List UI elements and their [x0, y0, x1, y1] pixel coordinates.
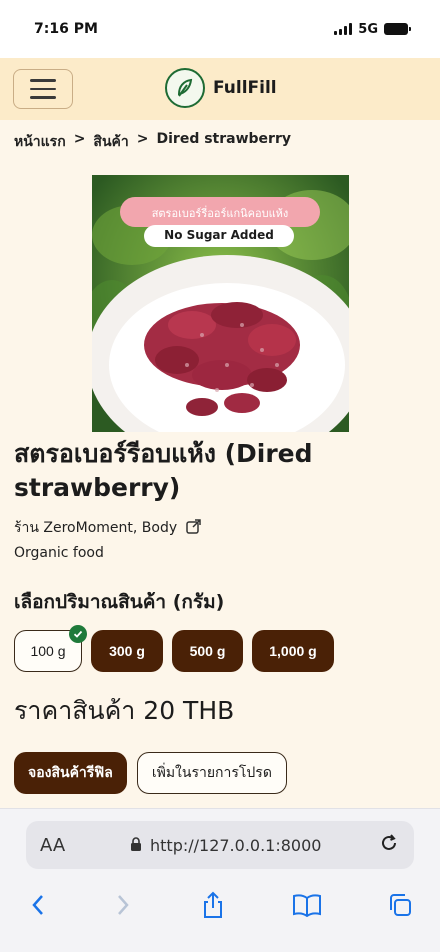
back-icon[interactable]: [18, 885, 58, 925]
quantity-option-100g[interactable]: 100 g: [14, 625, 87, 672]
brand-name: FullFill: [213, 78, 277, 98]
product-price: ราคาสินค้า 20 THB: [14, 696, 235, 725]
status-time: 7:16 PM: [34, 21, 98, 37]
image-label-text: No Sugar Added: [164, 228, 274, 242]
status-bar: 7:16 PM 5G: [0, 0, 440, 58]
app-header: FullFill: [0, 58, 440, 120]
leaf-logo-icon: [165, 68, 205, 108]
reader-settings-button[interactable]: AA: [40, 835, 130, 856]
breadcrumb-products[interactable]: สินค้า: [93, 131, 128, 153]
forward-icon[interactable]: [103, 885, 143, 925]
hamburger-icon: [30, 79, 56, 82]
share-icon[interactable]: [185, 517, 203, 539]
reload-icon[interactable]: [378, 832, 400, 858]
product-title: สตรอเบอร์รีอบแห้ง (Dired strawberry): [14, 439, 313, 502]
quantity-option-500g[interactable]: 500 g: [172, 630, 243, 672]
product-category: Organic food: [14, 545, 104, 561]
tabs-icon[interactable]: [380, 885, 420, 925]
battery-icon: [384, 23, 411, 35]
address-bar[interactable]: AA http://127.0.0.1:8000: [26, 821, 414, 869]
breadcrumb-current: Dired strawberry: [156, 131, 291, 147]
quantity-options: 100 g 300 g 500 g 1,000 g: [14, 625, 334, 672]
signal-icon: [334, 23, 353, 35]
menu-button[interactable]: [13, 69, 73, 109]
product-image: สตรอเบอร์รี่ออร์แกนิคอบแห้ง No Sugar Add…: [92, 175, 349, 432]
image-banner-text: สตรอเบอร์รี่ออร์แกนิคอบแห้ง: [151, 207, 289, 220]
url-text: http://127.0.0.1:8000: [150, 835, 322, 855]
quantity-heading: เลือกปริมาณสินค้า (กรัม): [14, 591, 225, 613]
url-display[interactable]: http://127.0.0.1:8000: [130, 836, 370, 855]
bookmarks-icon[interactable]: [287, 885, 327, 925]
brand-logo-link[interactable]: FullFill: [165, 66, 277, 110]
breadcrumb: หน้าแรก > สินค้า > Dired strawberry: [14, 131, 291, 153]
browser-nav: [0, 885, 440, 925]
breadcrumb-separator: >: [73, 131, 86, 147]
browser-toolbar: AA http://127.0.0.1:8000: [0, 808, 440, 952]
check-icon: [69, 625, 87, 643]
shop-name[interactable]: ร้าน ZeroMoment, Body: [14, 517, 177, 539]
breadcrumb-separator: >: [136, 131, 149, 147]
network-type: 5G: [358, 21, 378, 37]
share-sheet-icon[interactable]: [193, 885, 233, 925]
status-indicators: 5G: [334, 21, 411, 37]
shop-row: ร้าน ZeroMoment, Body: [14, 517, 203, 539]
action-buttons: จองสินค้ารีฟิล เพิ่มในรายการโปรด: [14, 752, 287, 794]
reserve-refill-button[interactable]: จองสินค้ารีฟิล: [14, 752, 127, 794]
add-to-wishlist-button[interactable]: เพิ่มในรายการโปรด: [136, 752, 287, 794]
breadcrumb-home[interactable]: หน้าแรก: [14, 131, 66, 153]
quantity-option-1000g[interactable]: 1,000 g: [252, 630, 334, 672]
quantity-option-300g[interactable]: 300 g: [91, 630, 163, 672]
lock-icon: [130, 836, 142, 855]
